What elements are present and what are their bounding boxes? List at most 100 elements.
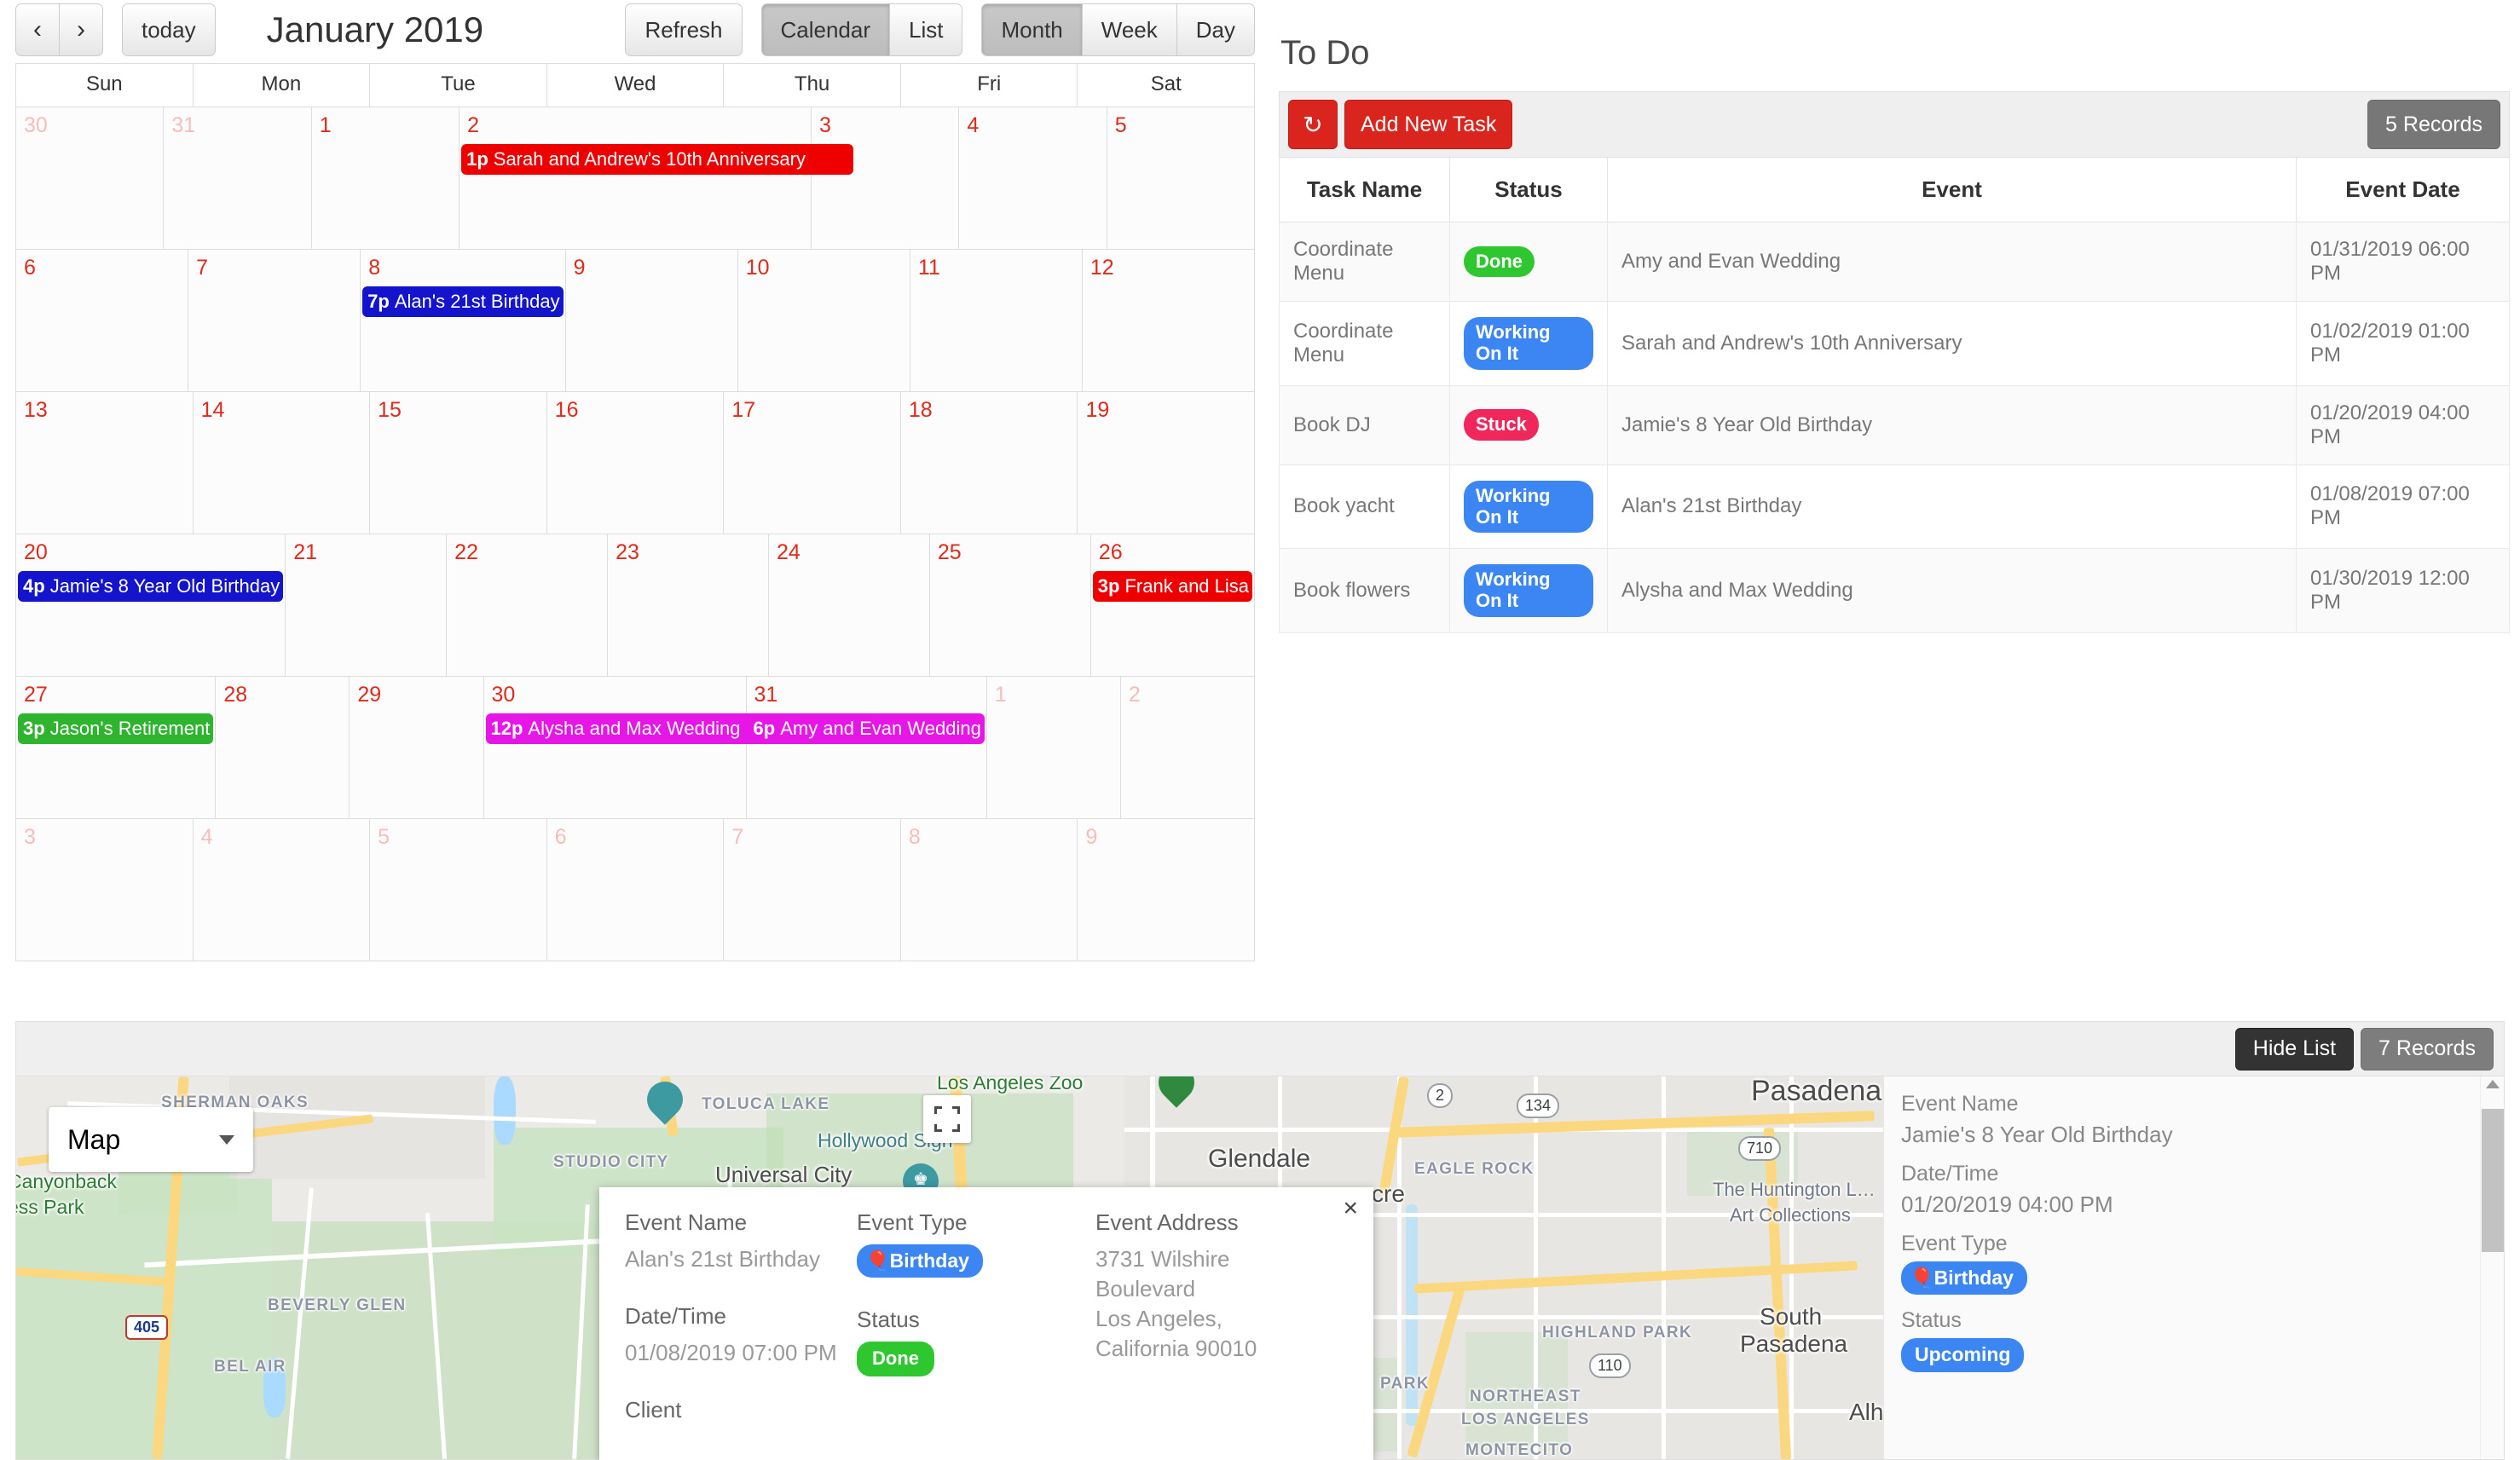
next-month-button[interactable]: › (60, 3, 103, 56)
today-group: today (122, 3, 216, 56)
calendar-day-cell[interactable]: 1 (310, 107, 459, 249)
map-pin-la-zoo[interactable] (1151, 1076, 1202, 1112)
calendar-day-cell[interactable]: 9 (564, 250, 737, 391)
calendar-day-cell[interactable]: 1 (985, 677, 1120, 818)
calendar-day-cell[interactable]: 14 (192, 392, 370, 534)
calendar-day-cell[interactable]: 3 (16, 819, 193, 961)
sidebar-event-type-wrap: 🎈Birthday (1901, 1261, 2504, 1296)
calendar-day-cell[interactable]: 7 (723, 819, 900, 961)
event-title: Alan's 21st Birthday (394, 290, 560, 312)
calendar-day-cell[interactable]: 20 4p Jamie's 8 Year Old Birthday (16, 534, 286, 676)
range-day-button[interactable]: Day (1176, 3, 1255, 56)
column-header-status[interactable]: Status (1449, 158, 1608, 222)
fullscreen-icon[interactable] (923, 1095, 971, 1143)
calendar-day-cell[interactable]: 4 (192, 819, 370, 961)
calendar-day-cell[interactable]: 31 (163, 107, 311, 249)
map-type-selector[interactable]: Map (49, 1107, 253, 1172)
column-header-event[interactable]: Event (1607, 158, 2297, 222)
cell-event: Alan's 21st Birthday (1607, 464, 2297, 550)
todo-records-badge[interactable]: 5 Records (2367, 100, 2500, 149)
calendar-day-cell[interactable]: 15 (369, 392, 546, 534)
calendar-day-cell[interactable]: 17 (723, 392, 900, 534)
highway-shield-134: 134 (1517, 1094, 1560, 1118)
add-new-task-button[interactable]: Add New Task (1344, 100, 1513, 149)
sidebar-event-name-label: Event Name (1901, 1092, 2019, 1116)
day-number: 18 (908, 398, 933, 422)
calendar-day-cell[interactable]: 13 (16, 392, 193, 534)
calendar-day-cell[interactable]: 8 (899, 819, 1078, 961)
calendar-day-cell[interactable]: 26 3p Frank and Lisa (1089, 534, 1255, 676)
calendar-day-cell[interactable]: 21 (285, 534, 447, 676)
calendar-day-cell[interactable]: 27 3p Jason's Retirement (16, 677, 216, 818)
calendar-day-cell[interactable]: 23 (607, 534, 768, 676)
map-pin-event[interactable] (639, 1076, 691, 1129)
calendar-day-cell[interactable]: 25 (928, 534, 1090, 676)
calendar-event-chip[interactable]: 3p Frank and Lisa (1092, 570, 1253, 602)
day-number: 15 (378, 398, 402, 422)
calendar-day-cell[interactable]: 24 (767, 534, 929, 676)
table-row[interactable]: Book flowers Working On It Alysha and Max … (1279, 548, 2510, 633)
calendar-day-cell[interactable]: 22 (446, 534, 608, 676)
day-number: 4 (967, 113, 980, 137)
range-week-button[interactable]: Week (1082, 3, 1177, 56)
map-label-huntington: The Huntington L… (1713, 1179, 1876, 1200)
calendar-event-chip[interactable]: 3p Jason's Retirement (18, 713, 214, 744)
calendar-day-cell[interactable]: 19 (1077, 392, 1255, 534)
calendar-event-chip[interactable]: 12p Alysha and Max Wedding (485, 713, 789, 744)
cell-event: Jamie's 8 Year Old Birthday (1607, 384, 2297, 465)
calendar-day-cell[interactable]: 2 1p Sarah and Andrew's 10th Anniversary (459, 107, 853, 249)
calendar-day-cell[interactable]: 7 (188, 250, 361, 391)
table-row[interactable]: Book yacht Working On It Alan's 21st Birth… (1279, 464, 2510, 550)
prev-month-button[interactable]: ‹ (15, 3, 60, 56)
calendar-day-cell[interactable]: 2 (1119, 677, 1254, 818)
refresh-button[interactable]: Refresh (625, 3, 743, 56)
close-icon[interactable]: × (1343, 1196, 1358, 1221)
calendar-day-cell[interactable]: 31 6p Amy and Evan Wedding (745, 677, 986, 818)
calendar-event-chip[interactable]: 1p Sarah and Andrew's 10th Anniversary (461, 143, 853, 175)
map-records-badge[interactable]: 7 Records (2361, 1027, 2494, 1070)
today-button[interactable]: today (122, 3, 216, 56)
table-row[interactable]: Coordinate Menu Working On It Sarah and An… (1279, 301, 2510, 386)
sidebar-scrollbar[interactable] (2480, 1076, 2504, 1459)
calendar-day-cell[interactable]: 30 12p Alysha and Max Wedding (483, 677, 789, 818)
view-calendar-button[interactable]: Calendar (760, 3, 891, 56)
calendar-day-cell[interactable]: 29 (349, 677, 483, 818)
info-col-address: Event Address 3731 Wilshire Boulevard Lo… (1095, 1209, 1327, 1438)
column-header-task-name[interactable]: Task Name (1279, 158, 1450, 222)
event-title: Alysha and Max Wedding (528, 717, 741, 739)
calendar-day-cell[interactable]: 3 (810, 107, 959, 249)
day-number: 1 (994, 683, 1007, 707)
calendar-day-cell[interactable]: 16 (546, 392, 724, 534)
day-number: 2 (1128, 683, 1141, 707)
calendar-event-chip[interactable]: 7p Alan's 21st Birthday (362, 286, 564, 317)
view-list-button[interactable]: List (890, 3, 963, 56)
column-header-event-date[interactable]: Event Date (2296, 158, 2510, 222)
calendar-day-cell[interactable]: 10 (737, 250, 910, 391)
calendar-day-cell[interactable]: 5 (369, 819, 546, 961)
calendar-day-cell[interactable]: 18 (899, 392, 1078, 534)
hide-list-button[interactable]: Hide List (2234, 1027, 2355, 1070)
calendar-day-cell[interactable]: 28 (215, 677, 350, 818)
info-event-type-label: Event Type (857, 1209, 968, 1235)
map-label-south-pasadena-2: Pasadena (1740, 1330, 1848, 1357)
calendar-event-chip[interactable]: 6p Amy and Evan Wedding (748, 713, 985, 744)
weekday-header-mon: Mon (192, 64, 370, 107)
calendar-day-cell[interactable]: 12 (1081, 250, 1254, 391)
scrollbar-thumb[interactable] (2482, 1109, 2504, 1252)
calendar-day-cell[interactable]: 9 (1077, 819, 1255, 961)
range-month-button[interactable]: Month (981, 3, 1083, 56)
calendar-day-cell[interactable]: 30 (16, 107, 164, 249)
calendar-event-chip[interactable]: 4p Jamie's 8 Year Old Birthday (18, 570, 284, 602)
calendar-day-cell[interactable]: 11 (909, 250, 1082, 391)
scroll-up-icon[interactable] (2486, 1080, 2500, 1088)
refresh-icon[interactable]: ↻ (1288, 100, 1338, 149)
calendar-day-cell[interactable]: 4 (958, 107, 1107, 249)
table-row[interactable]: Coordinate Menu Done Amy and Evan Wedding 0… (1279, 222, 2510, 302)
weekday-header-sun: Sun (85, 72, 123, 95)
calendar-day-cell[interactable]: 8 7p Alan's 21st Birthday (360, 250, 565, 391)
calendar-day-cell[interactable]: 5 (1106, 107, 1255, 249)
table-row[interactable]: Book DJ Stuck Jamie's 8 Year Old Birthday 0… (1279, 384, 2510, 465)
calendar-day-cell[interactable]: 6 (16, 250, 188, 391)
sidebar-datetime-value: 01/20/2019 04:00 PM (1901, 1192, 2113, 1217)
calendar-day-cell[interactable]: 6 (546, 819, 724, 961)
